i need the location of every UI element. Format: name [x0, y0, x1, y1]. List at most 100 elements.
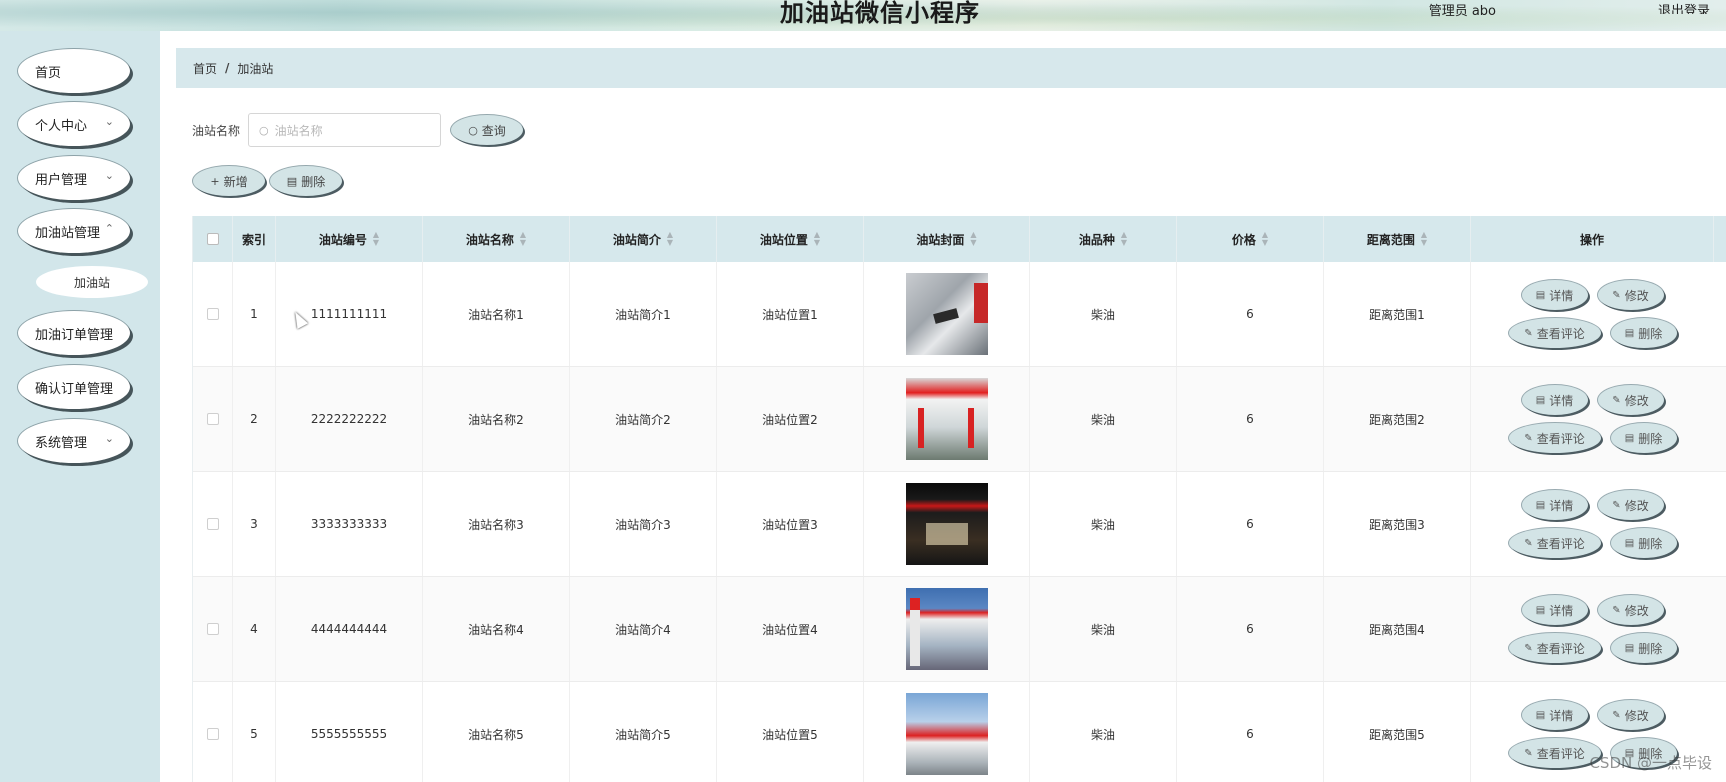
sort-icon[interactable]: ▲ ▼ — [373, 231, 379, 247]
view-comments-button[interactable]: ✎ 查看评论 — [1508, 423, 1601, 453]
sort-icon[interactable]: ▲ ▼ — [1262, 231, 1268, 247]
delete-button[interactable]: ▤ 删除 — [1610, 633, 1677, 663]
column-header-intro[interactable]: 油站简介 ▲ ▼ — [570, 216, 717, 262]
column-header-fuel[interactable]: 油品种 ▲ ▼ — [1030, 216, 1177, 262]
station-code: 5555555555 — [276, 682, 423, 782]
column-header-price[interactable]: 价格 ▲ ▼ — [1177, 216, 1324, 262]
delete-button[interactable]: ▤ 删除 — [1610, 528, 1677, 558]
sidebar-item-personal-center[interactable]: 个人中心 ⌄ — [18, 102, 130, 146]
edit-button[interactable]: ✎ 修改 — [1597, 700, 1664, 730]
pencil-icon: ✎ — [1524, 642, 1533, 654]
detail-button[interactable]: ▤ 详情 — [1521, 700, 1588, 730]
row-checkbox[interactable] — [206, 308, 219, 320]
station-code: 4444444444 — [276, 577, 423, 681]
sort-icon[interactable]: ▲ ▼ — [1421, 231, 1427, 247]
row-actions: ▤ 详情 ✎ 修改 ✎ 查看评论 ▤ 删除 — [1508, 595, 1677, 663]
sidebar-item-system-management[interactable]: 系统管理 ⌄ — [18, 419, 130, 463]
current-user: 管理员 abo — [1428, 4, 1496, 19]
detail-button[interactable]: ▤ 详情 — [1521, 490, 1588, 520]
row-checkbox[interactable] — [206, 518, 219, 530]
sidebar-item-user-management[interactable]: 用户管理 ⌄ — [18, 156, 130, 200]
search-label: 油站名称 — [192, 124, 241, 138]
column-header-cover[interactable]: 油站封面 ▲ ▼ — [864, 216, 1030, 262]
sidebar-item-confirmed-orders[interactable]: 确认订单管理 — [18, 365, 130, 409]
station-code: 3333333333 — [276, 472, 423, 576]
price: 6 — [1177, 367, 1324, 471]
query-button[interactable]: ○ 查询 — [451, 115, 523, 145]
row-checkbox[interactable] — [206, 728, 219, 740]
chevron-down-icon: ⌄ — [104, 432, 114, 445]
row-actions: ▤ 详情 ✎ 修改 ✎ 查看评论 ▤ 删除 — [1508, 385, 1677, 453]
view-comments-button[interactable]: ✎ 查看评论 — [1508, 318, 1601, 348]
sidebar-item-station-management[interactable]: 加油站管理 ⌃ — [18, 209, 130, 253]
sidebar-subitem-label: 加油站 — [73, 275, 110, 290]
station-name: 油站名称3 — [423, 472, 570, 576]
trash-icon: ▤ — [286, 174, 298, 188]
column-header-code[interactable]: 油站编号 ▲ ▼ — [276, 216, 423, 262]
trash-icon: ▤ — [1624, 327, 1635, 339]
sidebar-item-label: 个人中心 — [35, 118, 88, 134]
edit-button[interactable]: ✎ 修改 — [1597, 280, 1664, 310]
station-cover-image[interactable] — [905, 693, 988, 775]
edit-button[interactable]: ✎ 修改 — [1597, 595, 1664, 625]
station-cover-image[interactable] — [905, 483, 988, 565]
station-name: 油站名称5 — [423, 682, 570, 782]
station-intro: 油站简介1 — [570, 262, 717, 366]
bulk-delete-button[interactable]: ▤ 删除 — [270, 166, 342, 196]
station-cover-image[interactable] — [905, 273, 988, 355]
sidebar-item-label: 首页 — [35, 65, 62, 81]
bulk-delete-button-label: 删除 — [301, 174, 326, 189]
trash-icon: ▤ — [1624, 642, 1635, 654]
site-title: 加油站微信小程序 — [780, 0, 980, 27]
edit-button[interactable]: ✎ 修改 — [1597, 490, 1664, 520]
delete-button[interactable]: ▤ 删除 — [1610, 423, 1677, 453]
price: 6 — [1177, 577, 1324, 681]
row-checkbox[interactable] — [206, 623, 219, 635]
sort-icon[interactable]: ▲ ▼ — [667, 231, 673, 247]
distance-range: 距离范围3 — [1324, 472, 1471, 576]
delete-button[interactable]: ▤ 删除 — [1610, 318, 1677, 348]
station-intro: 油站简介4 — [570, 577, 717, 681]
detail-button[interactable]: ▤ 详情 — [1521, 385, 1588, 415]
add-button[interactable]: + 新增 — [193, 166, 265, 196]
view-comments-button[interactable]: ✎ 查看评论 — [1508, 528, 1601, 558]
sidebar-subitem-station[interactable]: 加油站 — [36, 266, 148, 298]
detail-button[interactable]: ▤ 详情 — [1521, 280, 1588, 310]
search-placeholder: 油站名称 — [274, 123, 323, 138]
row-checkbox[interactable] — [206, 413, 219, 425]
sort-icon[interactable]: ▲ ▼ — [1121, 231, 1127, 247]
detail-button[interactable]: ▤ 详情 — [1521, 595, 1588, 625]
search-input[interactable]: ○ 油站名称 — [248, 113, 441, 147]
sidebar-item-home[interactable]: 首页 — [18, 49, 130, 93]
breadcrumb-current: 加油站 — [237, 61, 274, 76]
table-row: 4 4444444444 油站名称4 油站简介4 油站位置4 柴油 6 距离范围… — [193, 577, 1726, 682]
sort-icon[interactable]: ▲ ▼ — [814, 231, 820, 247]
column-header-name[interactable]: 油站名称 ▲ ▼ — [423, 216, 570, 262]
price: 6 — [1177, 262, 1324, 366]
station-cover-image[interactable] — [905, 588, 988, 670]
station-intro: 油站简介2 — [570, 367, 717, 471]
chevron-down-icon: ⌄ — [104, 169, 114, 182]
view-comments-button[interactable]: ✎ 查看评论 — [1508, 633, 1601, 663]
sort-icon[interactable]: ▲ ▼ — [970, 231, 976, 247]
station-code: 2222222222 — [276, 367, 423, 471]
view-comments-button[interactable]: ✎ 查看评论 — [1508, 738, 1601, 768]
row-index: 1 — [233, 262, 276, 366]
breadcrumb-separator: / — [225, 61, 230, 75]
document-icon: ▤ — [1535, 394, 1546, 406]
row-index: 5 — [233, 682, 276, 782]
sidebar-item-refuel-orders[interactable]: 加油订单管理 — [18, 311, 130, 355]
chevron-down-icon: ⌄ — [104, 115, 114, 128]
fuel-type: 柴油 — [1030, 472, 1177, 576]
column-header-location[interactable]: 油站位置 ▲ ▼ — [717, 216, 864, 262]
column-header-range[interactable]: 距离范围 ▲ ▼ — [1324, 216, 1471, 262]
chevron-up-icon: ⌃ — [104, 222, 114, 235]
station-location: 油站位置4 — [717, 577, 864, 681]
add-button-label: 新增 — [223, 174, 248, 189]
breadcrumb-home[interactable]: 首页 — [193, 60, 217, 77]
station-cover-image[interactable] — [905, 378, 988, 460]
sort-icon[interactable]: ▲ ▼ — [520, 231, 526, 247]
edit-button[interactable]: ✎ 修改 — [1597, 385, 1664, 415]
logout-link[interactable]: 退出登录 — [1658, 0, 1726, 14]
select-all-checkbox[interactable] — [206, 233, 219, 245]
